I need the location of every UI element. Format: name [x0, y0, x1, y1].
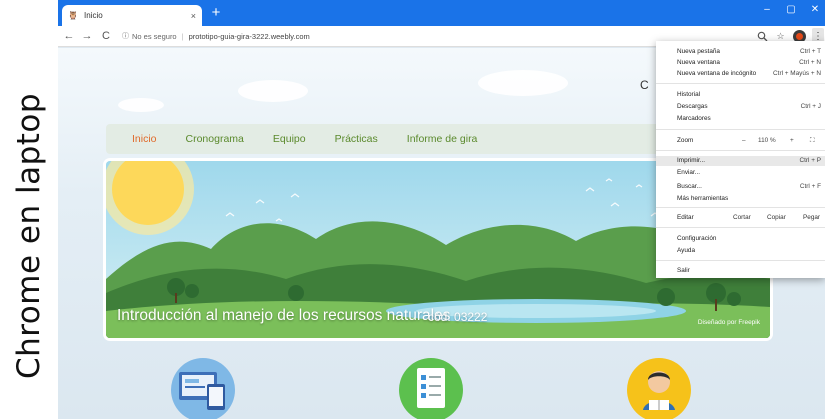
menu-separator — [656, 227, 825, 228]
zoom-level: 110 % — [758, 137, 776, 144]
menu-item-find[interactable]: Buscar... Ctrl + F — [656, 182, 825, 192]
menu-item-exit[interactable]: Salir — [656, 266, 825, 276]
cloud-decoration — [478, 70, 568, 96]
cut-button[interactable]: Cortar — [733, 213, 751, 223]
forward-button[interactable]: → — [80, 29, 94, 43]
close-window-button[interactable]: ✕ — [806, 4, 824, 15]
menu-item-bookmarks[interactable]: Marcadores — [656, 114, 825, 124]
nav-informe-de-gira[interactable]: Informe de gira — [407, 133, 478, 145]
site-header-fragment: C — [640, 78, 649, 92]
back-button[interactable]: ← — [62, 29, 76, 43]
side-caption: Chrome en laptop — [0, 0, 58, 419]
tab-strip: 🦉 Inicio × + – ▢ ✕ — [58, 0, 825, 26]
menu-item-send[interactable]: Enviar... — [656, 168, 825, 178]
menu-separator — [656, 129, 825, 130]
cloud-decoration — [118, 98, 164, 112]
url-text: prototipo-guia-gira-3222.weebly.com — [188, 32, 310, 41]
menu-item-new-tab[interactable]: Nueva pestaña Ctrl + T — [656, 47, 825, 57]
caption-text: Chrome en laptop — [11, 92, 47, 380]
browser-window: 🦉 Inicio × + – ▢ ✕ ← → C ⓘ No es seguro … — [58, 0, 825, 419]
reload-button[interactable]: C — [99, 29, 113, 43]
tab-close-icon[interactable]: × — [191, 11, 196, 21]
menu-item-settings[interactable]: Configuración — [656, 234, 825, 244]
student-reading-icon[interactable] — [627, 358, 691, 419]
menu-item-more-tools[interactable]: Más herramientas — [656, 194, 825, 204]
menu-item-zoom: Zoom – 110 % + ⛶ — [677, 136, 815, 146]
info-icon[interactable]: ⓘ — [122, 29, 129, 44]
menu-separator — [656, 260, 825, 261]
paste-button[interactable]: Pegar — [803, 213, 820, 223]
screenshot: Chrome en laptop 🦉 Inicio × + – ▢ ✕ ← → … — [0, 0, 825, 419]
menu-item-edit: Editar Cortar Copiar Pegar — [677, 213, 821, 223]
banner-credit: Diseñado por Freepik — [697, 319, 760, 326]
banner-title: Introducción al manejo de los recursos n… — [117, 307, 451, 324]
nav-inicio[interactable]: Inicio — [132, 133, 157, 145]
banner-code: cód. 03222 — [428, 310, 488, 324]
nav-cronograma[interactable]: Cronograma — [186, 133, 244, 145]
maximize-button[interactable]: ▢ — [782, 4, 800, 15]
menu-item-new-window[interactable]: Nueva ventana Ctrl + N — [656, 58, 825, 68]
devices-icon[interactable] — [171, 358, 235, 419]
address-separator: | — [181, 32, 184, 41]
cloud-decoration — [238, 80, 308, 102]
fullscreen-icon[interactable]: ⛶ — [810, 136, 814, 146]
copy-button[interactable]: Copiar — [767, 213, 786, 223]
nav-equipo[interactable]: Equipo — [273, 133, 306, 145]
menu-separator — [656, 83, 825, 84]
menu-item-incognito[interactable]: Nueva ventana de incógnito Ctrl + Mayús +… — [656, 69, 825, 79]
site-navbar: Inicio Cronograma Equipo Prácticas Infor… — [106, 124, 726, 154]
zoom-in-button[interactable]: + — [790, 136, 794, 146]
site-favicon-icon: 🦉 — [68, 11, 78, 20]
new-tab-button[interactable]: + — [208, 5, 224, 21]
tab-title: Inicio — [84, 11, 103, 20]
menu-item-help[interactable]: Ayuda — [656, 246, 825, 256]
menu-item-print[interactable]: Imprimir... Ctrl + P — [656, 156, 825, 166]
chrome-menu: Nueva pestaña Ctrl + T Nueva ventana Ctrl … — [656, 41, 825, 278]
checklist-icon[interactable] — [399, 358, 463, 419]
security-label: No es seguro — [132, 32, 177, 41]
menu-separator — [656, 150, 825, 151]
menu-separator — [656, 207, 825, 208]
nav-practicas[interactable]: Prácticas — [335, 133, 378, 145]
tab-inicio[interactable]: 🦉 Inicio × — [62, 5, 202, 26]
menu-item-downloads[interactable]: Descargas Ctrl + J — [656, 102, 825, 112]
zoom-out-button[interactable]: – — [742, 136, 746, 146]
menu-item-history[interactable]: Historial — [656, 90, 825, 100]
minimize-button[interactable]: – — [758, 4, 776, 15]
